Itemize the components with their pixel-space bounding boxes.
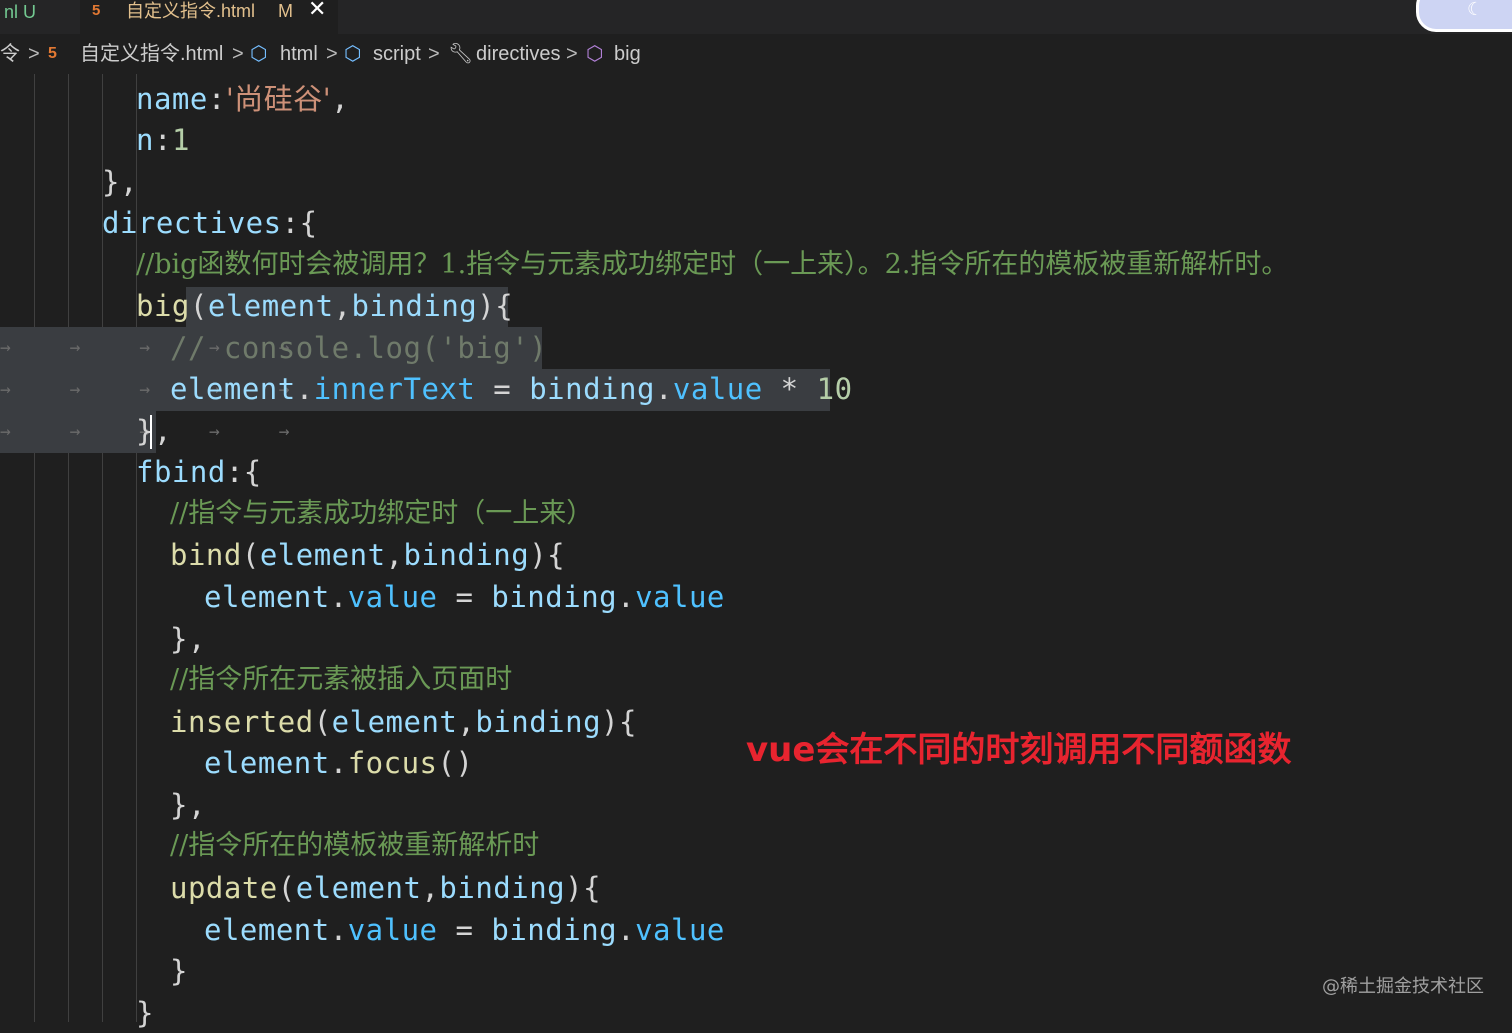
breadcrumb-item-folder[interactable]: 令	[0, 34, 20, 74]
code-line: update(element,binding){	[170, 871, 602, 905]
code-editor[interactable]: → → → → → → → → → → → → → → → name:'尚硅谷'…	[0, 74, 1512, 1030]
breadcrumb-item-big[interactable]: big	[614, 34, 641, 74]
tab-active[interactable]: 5 自定义指令.html M ✕	[80, 0, 338, 34]
code-line: }	[170, 954, 188, 988]
breadcrumb-separator: >	[566, 43, 578, 65]
cube-icon: ⬡	[344, 43, 362, 65]
indent-guide	[68, 74, 69, 1022]
breadcrumb-item-script[interactable]: script	[373, 34, 421, 74]
code-line: },	[170, 788, 206, 822]
breadcrumb-item-directives[interactable]: directives	[476, 34, 560, 74]
code-comment: //指令所在的模板被重新解析时	[170, 830, 540, 861]
html5-icon: 5	[92, 2, 101, 19]
breadcrumb-separator: >	[232, 43, 244, 65]
code-line: element.focus()	[204, 746, 474, 780]
wrench-icon: 🔧︎	[448, 43, 474, 65]
tab-label: 自定义指令.html	[126, 1, 256, 21]
code-line: inserted(element,binding){	[170, 705, 637, 739]
cube-icon: ⬡	[250, 43, 268, 65]
close-icon[interactable]: ✕	[308, 0, 326, 20]
code-line: fbind:{	[136, 455, 262, 489]
breadcrumb-item-file[interactable]: 自定义指令.html	[80, 34, 223, 74]
code-line: bind(element,binding){	[170, 538, 566, 572]
tab-bar: nl U 5 自定义指令.html M ✕ ☾	[0, 0, 1512, 34]
code-comment: // console.log('big')	[170, 331, 548, 365]
watermark: @稀土掘金技术社区	[1322, 976, 1484, 997]
code-line: },	[102, 165, 138, 199]
text-cursor	[150, 415, 152, 449]
tab-previous[interactable]: nl U	[0, 0, 40, 34]
moon-icon: ☾	[1467, 0, 1484, 20]
code-comment: //指令所在元素被插入页面时	[170, 664, 513, 695]
code-line: element.value = binding.value	[204, 580, 725, 614]
breadcrumb-separator: >	[326, 43, 338, 65]
breadcrumb: 令 > 5 自定义指令.html > ⬡ html > ⬡ script > 🔧…	[0, 34, 1512, 74]
code-comment: //指令与元素成功绑定时（一上来）	[170, 498, 594, 529]
indent-guide	[34, 74, 35, 1022]
html5-icon: 5	[48, 45, 57, 62]
code-line: },	[170, 622, 206, 656]
code-line: element.value = binding.value	[204, 913, 725, 947]
code-line: name:'尚硅谷',	[136, 82, 350, 116]
breadcrumb-separator: >	[28, 43, 40, 65]
code-comment: //big函数何时会被调用？1.指令与元素成功绑定时（一上来）。2.指令所在的模…	[136, 249, 1289, 280]
breadcrumb-separator: >	[428, 43, 440, 65]
code-line: },	[136, 414, 172, 448]
code-line: directives:{	[102, 206, 318, 240]
breadcrumb-item-html[interactable]: html	[280, 34, 318, 74]
overlay-pill: ☾	[1416, 0, 1512, 32]
modified-indicator: M	[278, 1, 293, 21]
annotation-text: vue会在不同的时刻调用不同额函数	[746, 730, 1292, 770]
code-line: }	[136, 996, 154, 1030]
code-line: big(element,binding){	[136, 289, 514, 323]
box-icon: ⬡	[586, 43, 604, 65]
code-line: n:1	[136, 123, 190, 157]
code-line: element.innerText = binding.value * 10	[170, 372, 853, 406]
